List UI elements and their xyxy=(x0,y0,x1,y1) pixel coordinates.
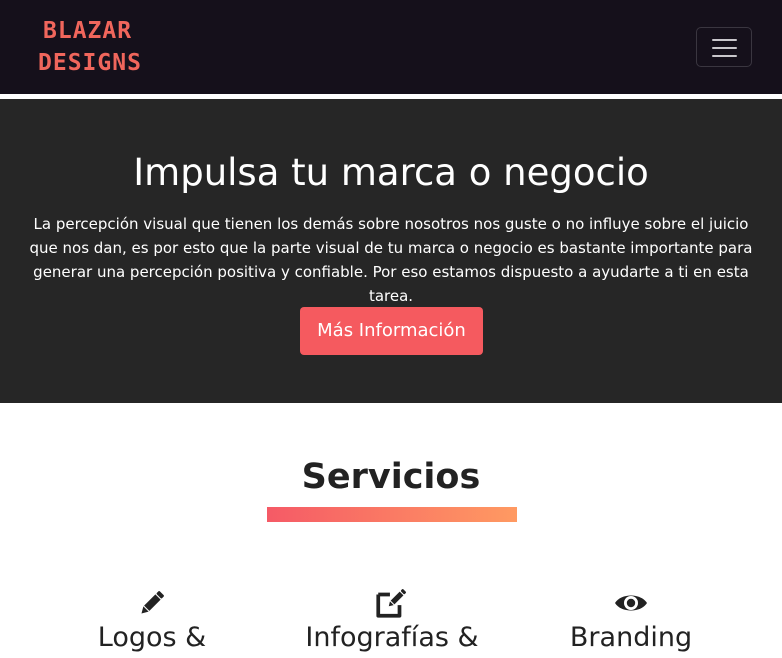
services-title-underline xyxy=(267,507,517,522)
hamburger-menu-icon xyxy=(712,39,737,41)
service-label-infographics: Infografías & xyxy=(305,622,479,653)
service-label-branding: Branding xyxy=(569,622,693,653)
hero-title: Impulsa tu marca o negocio xyxy=(133,151,649,194)
edit-icon xyxy=(376,589,407,618)
eye-icon xyxy=(615,595,647,611)
logo-line-1: BLAZAR xyxy=(43,18,133,44)
navbar: BLAZAR DESIGNS xyxy=(0,0,782,94)
hamburger-menu-icon-bar xyxy=(712,55,737,57)
navbar-toggle-button[interactable] xyxy=(696,27,752,67)
hero-section: Impulsa tu marca o negocio La percepción… xyxy=(0,99,782,403)
hero-description: La percepción visual que tienen los demá… xyxy=(29,215,753,305)
hamburger-menu-icon-bar xyxy=(712,47,737,49)
service-label-logos: Logos & xyxy=(97,622,207,653)
brand-logo[interactable]: BLAZAR DESIGNS xyxy=(38,17,148,77)
services-title: Servicios xyxy=(301,457,481,497)
logo-line-2: DESIGNS xyxy=(38,50,142,76)
pencil-icon xyxy=(141,591,164,614)
more-info-button[interactable]: Más Información xyxy=(300,307,483,355)
